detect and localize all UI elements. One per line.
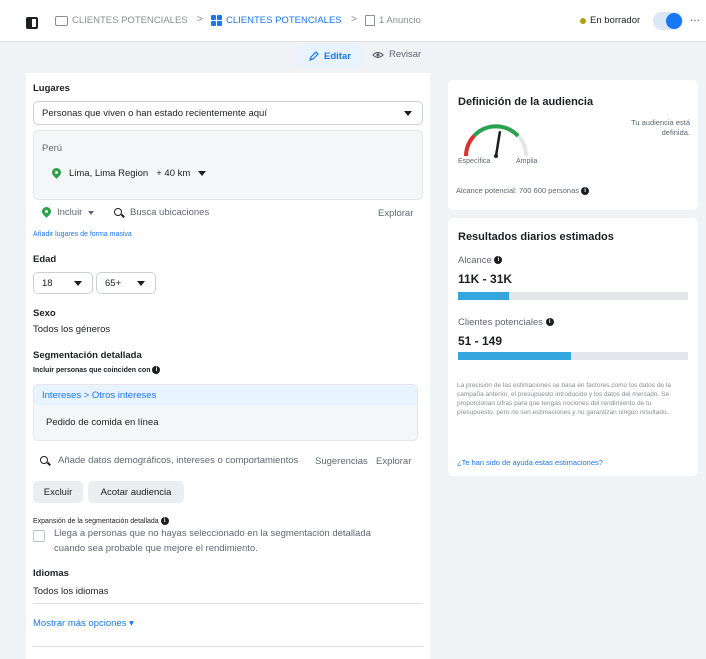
publish-toggle[interactable] (653, 12, 683, 30)
draft-status: En borrador (580, 15, 640, 26)
info-icon[interactable]: i (160, 517, 169, 525)
info-icon[interactable]: i (152, 366, 161, 374)
expansion-text-line1: Llega a personas que no hayas selecciona… (54, 528, 371, 539)
reach-value: 11K - 31K (458, 272, 513, 286)
more-options-icon[interactable]: ... (690, 10, 700, 24)
selected-locations-box: Perú Lima, Lima Region + 40 km (33, 130, 423, 200)
search-icon (114, 207, 124, 218)
top-bar: CLIENTES POTENCIALES > CLIENTES POTENCIA… (0, 0, 706, 42)
detailed-targeting-label: Segmentación detallada (33, 350, 142, 361)
age-min-select[interactable]: 18 (33, 272, 93, 294)
languages-label: Idiomas (33, 568, 69, 579)
chevron-down-icon (74, 281, 82, 286)
sidebar-toggle-icon[interactable] (26, 17, 38, 29)
search-icon (40, 455, 50, 466)
location-mode-select[interactable]: Personas que viven o han estado reciente… (33, 101, 423, 125)
gauge-red-segment (464, 134, 476, 157)
locations-label: Lugares (33, 83, 70, 94)
pencil-icon (309, 51, 319, 61)
include-hint: Incluir personas que coinciden con i (33, 366, 161, 374)
audience-definition-card: Definición de la audiencia Específica Am… (448, 80, 698, 210)
divider (33, 603, 423, 604)
explore-interests-link[interactable]: Explorar (376, 456, 411, 467)
gauge-green-segment (472, 124, 520, 138)
include-select[interactable]: Incluir (42, 207, 95, 218)
interest-search-input[interactable]: Añade datos demográficos, intereses o co… (40, 455, 298, 466)
edit-button[interactable]: Editar (298, 44, 362, 68)
expansion-text-line2: cuando sea probable que mejore el rendim… (54, 543, 258, 554)
adset-grid-icon (211, 15, 222, 26)
info-icon[interactable]: i (494, 256, 503, 265)
estimates-feedback-link[interactable]: ¿Te han sido de ayuda estas estimaciones… (457, 458, 603, 467)
info-icon[interactable]: i (581, 187, 590, 196)
interest-path: Intereses > Otros intereses (42, 390, 157, 401)
breadcrumb-ad[interactable]: 1 Anuncio (365, 15, 421, 26)
review-button[interactable]: Revisar (372, 49, 421, 60)
leads-bar-fill (458, 352, 571, 360)
gender-value[interactable]: Todos los géneros (33, 324, 110, 335)
show-more-options-link[interactable]: Mostrar más opciones ▾ (33, 618, 134, 629)
age-label: Edad (33, 254, 57, 265)
age-max-select[interactable]: 65+ (96, 272, 156, 294)
chevron-down-icon (404, 111, 412, 116)
reach-bar-fill (458, 292, 509, 300)
eye-icon (372, 51, 384, 58)
reach-bar (458, 292, 688, 300)
status-dot-icon (580, 17, 586, 24)
breadcrumb-campaign[interactable]: CLIENTES POTENCIALES (55, 15, 188, 26)
gender-label: Sexo (33, 308, 56, 319)
potential-reach: Alcance potencial: 700 600 personas i (456, 186, 590, 196)
explore-locations-link[interactable]: Explorar (378, 208, 413, 219)
location-pin-icon (52, 168, 61, 179)
toggle-knob (666, 13, 682, 29)
gauge-specific-label: Específica (458, 158, 491, 165)
exclude-button[interactable]: Excluir (33, 481, 83, 503)
location-search-input[interactable]: Busca ubicaciones (114, 207, 209, 218)
breadcrumb-separator: > (351, 14, 357, 25)
leads-bar (458, 352, 688, 360)
languages-value[interactable]: Todos los idiomas (33, 586, 109, 597)
expansion-label: Expansión de la segmentación detallada i (33, 517, 169, 525)
leads-value: 51 - 149 (458, 334, 503, 348)
daily-results-card: Resultados diarios estimados Alcance i 1… (448, 218, 698, 476)
country-label: Perú (42, 143, 63, 154)
chevron-down-icon (137, 281, 145, 286)
divider (33, 646, 423, 647)
interest-path-header: Intereses > Otros intereses (34, 385, 417, 405)
audience-status-text: Tu audiencia está definida. (631, 118, 690, 137)
gauge-broad-label: Amplia (516, 158, 538, 165)
targeting-panel: Lugares Personas que viven o han estado … (26, 73, 430, 659)
radius-value: + 40 km (156, 168, 191, 179)
info-icon[interactable]: i (545, 318, 554, 327)
leads-label: Clientes potenciales i (458, 317, 554, 328)
narrow-audience-button[interactable]: Acotar audiencia (88, 481, 184, 503)
chevron-down-icon (88, 210, 95, 215)
audience-title: Definición de la audiencia (458, 96, 594, 108)
interest-item[interactable]: Pedido de comida en línea (46, 417, 159, 428)
breadcrumb-separator: > (197, 14, 203, 25)
folder-icon (55, 15, 68, 26)
location-name: Lima, Lima Region (69, 168, 149, 179)
location-row[interactable]: Lima, Lima Region + 40 km (52, 168, 207, 179)
location-pin-icon (42, 207, 51, 218)
radius-caret-icon[interactable] (198, 171, 207, 176)
gauge-needle (494, 131, 502, 158)
breadcrumb-adset[interactable]: CLIENTES POTENCIALES (211, 15, 342, 26)
detailed-targeting-box: Intereses > Otros intereses Pedido de co… (33, 384, 418, 441)
reach-label: Alcance i (458, 255, 503, 266)
daily-results-title: Resultados diarios estimados (458, 231, 614, 243)
suggestions-link[interactable]: Sugerencias (315, 456, 368, 467)
estimates-disclaimer: La precisión de las estimaciones se basa… (457, 382, 671, 416)
bulk-locations-link[interactable]: Añadir lugares de forma masiva (33, 231, 132, 238)
expansion-checkbox[interactable] (33, 530, 45, 542)
document-icon (365, 15, 375, 26)
